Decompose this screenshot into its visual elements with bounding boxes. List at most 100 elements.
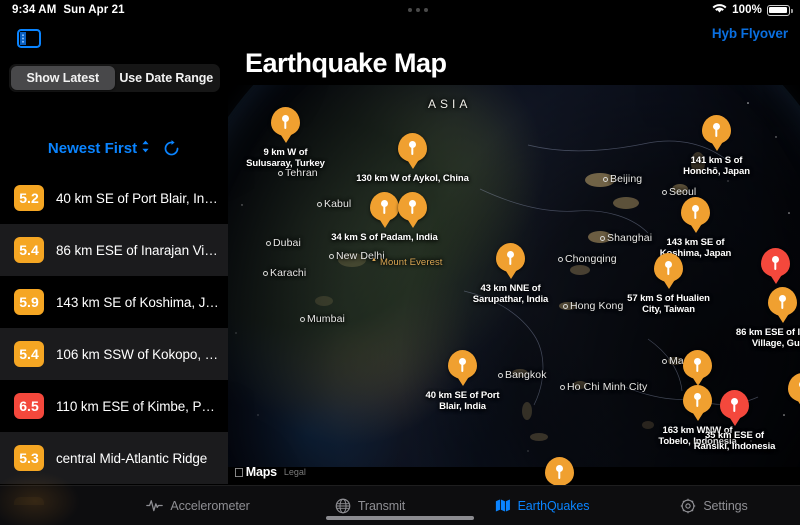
pin-label: 130 km W of Aykol, China xyxy=(356,173,469,184)
map-pin-bottom-cut[interactable] xyxy=(545,457,574,485)
pin-glyph-icon xyxy=(507,251,514,265)
segmented-control-range-mode[interactable]: Show Latest Use Date Range xyxy=(9,64,220,92)
magnitude-badge: 5.4 xyxy=(14,237,44,263)
quake-location-label: 143 km SE of Koshima, Jap... xyxy=(56,294,220,310)
apple-logo-icon:  xyxy=(234,466,244,479)
dot-1 xyxy=(408,8,413,12)
tab-label: Transmit xyxy=(357,498,406,513)
wifi-icon xyxy=(712,3,727,17)
pin-glyph-icon xyxy=(665,261,672,275)
home-indicator[interactable] xyxy=(326,515,474,520)
pin-glyph-icon xyxy=(409,141,416,155)
quake-location-label: 110 km ESE of Kimbe, Pap... xyxy=(56,398,220,414)
tab-earthquakes[interactable]: EarthQuakes xyxy=(456,498,628,513)
magnitude-badge: 5.4 xyxy=(14,341,44,367)
globe-icon xyxy=(335,498,351,514)
sort-row: Newest First xyxy=(0,132,228,164)
pin-marker-icon xyxy=(761,248,790,277)
map-pin-sarupathar[interactable]: 43 km NNE of Sarupathar, India xyxy=(473,243,548,305)
magnitude-badge: 5.2 xyxy=(14,185,44,211)
pin-label: 34 km S of Padam, India xyxy=(331,232,438,243)
list-item[interactable]: 5.2 40 km SE of Port Blair, India xyxy=(0,172,228,224)
map-attribution[interactable]:  Maps Legal xyxy=(234,465,306,479)
pin-label: 57 km S of Hualien City, Taiwan xyxy=(627,293,710,315)
map-pin-padam[interactable]: 34 km S of Padam, India xyxy=(331,192,438,243)
map-pin-portblair[interactable]: 40 km SE of Port Blair, India xyxy=(426,350,500,412)
map-pin-north-indo[interactable] xyxy=(683,350,712,379)
battery-percent: 100% xyxy=(732,4,762,16)
tab-settings[interactable]: Settings xyxy=(628,498,800,514)
map-mode-button[interactable]: Hyb Flyover xyxy=(712,26,788,41)
map-pin-hualien[interactable]: 57 km S of Hualien City, Taiwan xyxy=(627,253,710,315)
segment-show-latest[interactable]: Show Latest xyxy=(11,66,115,90)
pin-marker-icon xyxy=(702,115,731,144)
battery-icon xyxy=(767,4,793,16)
list-item[interactable]: 5.4 106 km SSW of Kokopo, P... xyxy=(0,328,228,380)
pin-marker-icon xyxy=(496,243,525,272)
pin-marker-icon xyxy=(448,350,477,379)
pin-marker-icon xyxy=(545,457,574,485)
pin-marker-icon xyxy=(654,253,683,282)
pin-glyph-icon xyxy=(692,205,699,219)
pin-label: 141 km S of Honchō, Japan xyxy=(683,155,750,177)
pin-marker-icon xyxy=(398,192,427,221)
status-bar: 9:34 AM Sun Apr 21 100% xyxy=(0,0,800,20)
map-pin-sulusaray[interactable]: 9 km W of Sulusaray, Turkey xyxy=(246,107,325,169)
pin-label: 35 km ESE of Ransiki, Indonesia xyxy=(693,430,776,452)
pin-glyph-icon xyxy=(772,256,779,270)
pin-glyph-icon xyxy=(694,393,701,407)
dot-3 xyxy=(424,8,429,12)
gear-icon xyxy=(680,498,696,514)
magnitude-badge: 5.9 xyxy=(14,289,44,315)
status-bar-left: 9:34 AM Sun Apr 21 xyxy=(0,4,125,16)
earthquake-list[interactable]: 5.2 40 km SE of Port Blair, India 5.4 86 km… xyxy=(0,172,228,505)
pin-marker-icon xyxy=(370,192,399,221)
attribution-brand: Maps xyxy=(236,465,277,479)
map-pin-east-edge[interactable] xyxy=(788,373,800,402)
map-pin-aykol[interactable]: 130 km W of Aykol, China xyxy=(356,133,469,184)
quake-location-label: 86 km ESE of Inarajan Villa... xyxy=(56,242,220,258)
tab-items[interactable]: Accelerometer Transmit EarthQuakes Settings xyxy=(112,498,800,514)
map-pin-tobelo[interactable]: 163 km WNW of Tobelo, Indonesia xyxy=(658,385,737,447)
pin-marker-icon xyxy=(683,385,712,414)
status-date: Sun Apr 21 xyxy=(63,4,125,16)
list-item[interactable]: 5.3 central Mid-Atlantic Ridge xyxy=(0,432,228,484)
tab-accelerometer[interactable]: Accelerometer xyxy=(112,498,284,513)
list-item[interactable]: 6.5 110 km ESE of Kimbe, Pap... xyxy=(0,380,228,432)
list-item[interactable]: 5.4 86 km ESE of Inarajan Villa... xyxy=(0,224,228,276)
pin-glyph-icon xyxy=(556,465,563,479)
map-pin-padam2[interactable] xyxy=(398,192,427,221)
waveform-icon xyxy=(146,498,164,513)
pin-glyph-icon xyxy=(381,200,388,214)
map-pin-inarajan[interactable]: 86 km ESE of Inara… Village, Guam xyxy=(736,287,800,349)
sidebar-toggle-icon[interactable] xyxy=(14,25,44,51)
pin-glyph-icon xyxy=(779,295,786,309)
segment-use-date-range[interactable]: Use Date Range xyxy=(115,66,219,90)
magnitude-badge: 6.5 xyxy=(14,393,44,419)
multitask-dots-icon[interactable] xyxy=(125,8,713,12)
tab-transmit[interactable]: Transmit xyxy=(284,498,456,514)
sidebar: Show Latest Use Date Range Newest First xyxy=(0,20,228,525)
map-pin-honcho[interactable]: 141 km S of Honchō, Japan xyxy=(683,115,750,177)
pin-label: 86 km ESE of Inara… Village, Guam xyxy=(735,327,800,349)
pin-glyph-icon xyxy=(694,358,701,372)
map-pin-ransiki[interactable]: 35 km ESE of Ransiki, Indonesia xyxy=(694,390,775,452)
sort-order-label: Newest First xyxy=(47,139,138,157)
attribution-legal[interactable]: Legal xyxy=(284,467,306,477)
pin-marker-icon xyxy=(720,390,749,419)
map-area[interactable]: Hyb Flyover Earthquake Map ASIA Tehran Kab… xyxy=(228,0,800,485)
pin-marker-icon xyxy=(788,373,800,402)
map-pin-red-ne[interactable] xyxy=(761,248,790,277)
map-icon xyxy=(495,498,511,513)
list-item[interactable]: 5.9 143 km SE of Koshima, Jap... xyxy=(0,276,228,328)
status-time: 9:34 AM xyxy=(12,4,57,16)
pin-marker-icon xyxy=(681,197,710,226)
quake-location-label: 106 km SSW of Kokopo, P... xyxy=(56,346,220,362)
magnitude-badge: 5.3 xyxy=(14,445,44,471)
tab-label: EarthQuakes xyxy=(517,498,590,513)
sort-order-button[interactable]: Newest First xyxy=(48,140,150,157)
refresh-icon[interactable] xyxy=(163,139,180,157)
quake-location-label: central Mid-Atlantic Ridge xyxy=(56,450,208,466)
dot-2 xyxy=(416,8,421,12)
map-pin-koshima[interactable]: 143 km SE of Koshima, Japan xyxy=(660,197,731,259)
